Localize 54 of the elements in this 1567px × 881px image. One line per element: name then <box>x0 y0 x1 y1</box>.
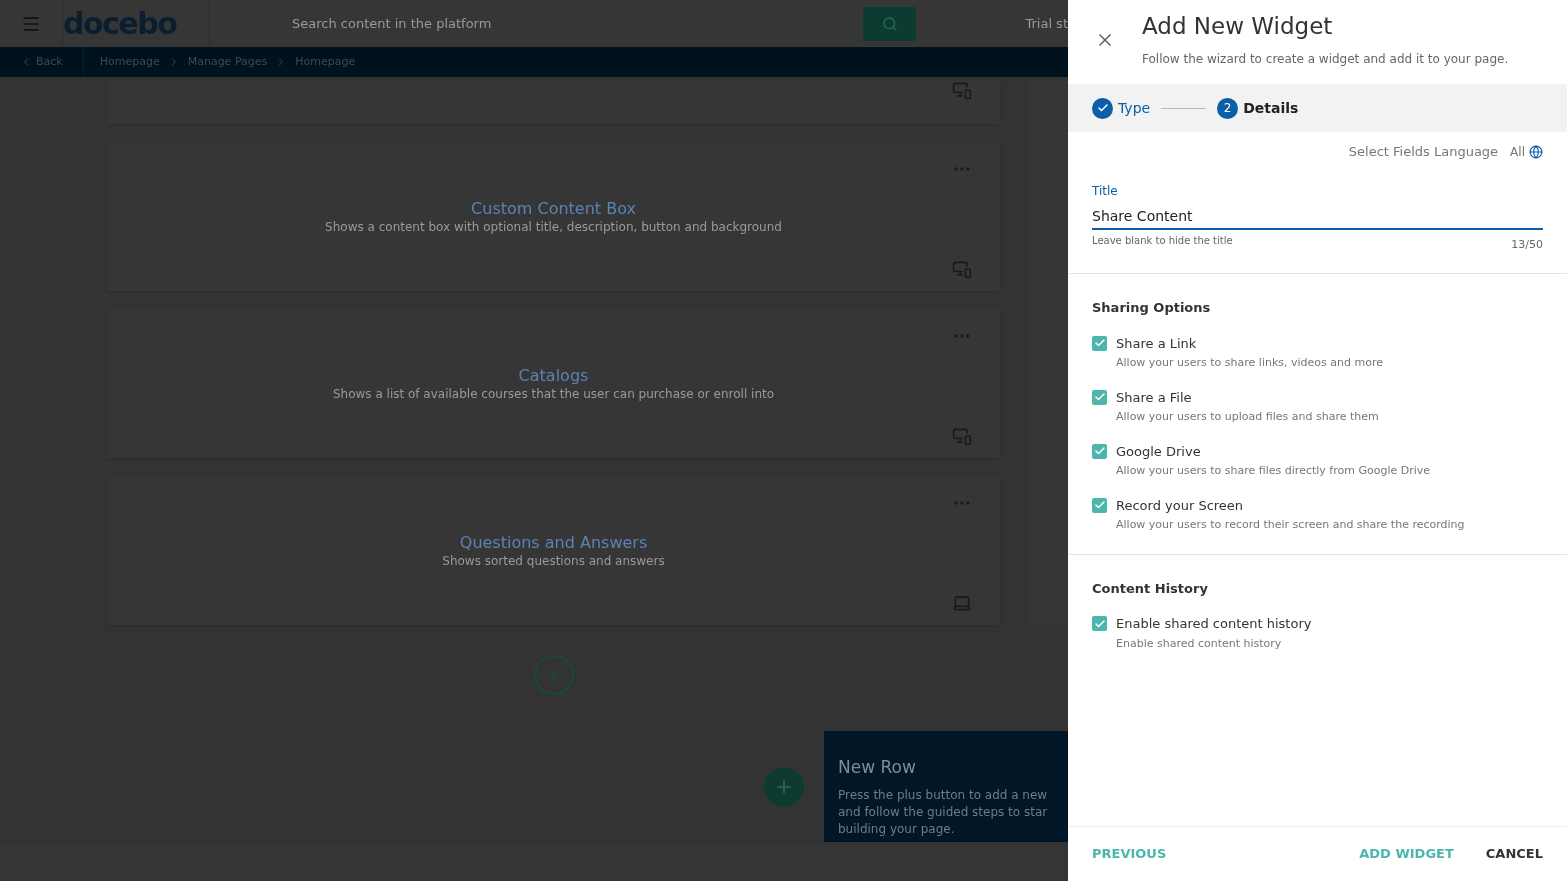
section-heading: Sharing Options <box>1092 299 1212 317</box>
field-hint: Leave blank to hide the title <box>1092 233 1233 248</box>
trial-text: Trial st <box>1025 14 1068 33</box>
breadcrumb-link[interactable]: Homepage <box>295 53 356 71</box>
widget-title: Questions and Answers <box>459 533 648 553</box>
tooltip-text: Press the plus button to add a new and follow the guided steps to star building your page. <box>838 787 1049 838</box>
option-label: Share a File <box>1116 388 1193 407</box>
back-link[interactable]: Back <box>0 47 84 77</box>
cancel-button[interactable]: CANCEL <box>1485 844 1543 864</box>
devices-icon <box>952 259 972 279</box>
widget-description: Shows a content box with optional title, description, button and background <box>325 219 782 235</box>
option-description: Allow your users to share links, videos and more <box>1116 355 1383 371</box>
option-label: Google Drive <box>1116 442 1202 461</box>
language-selector[interactable]: All <box>1510 142 1543 161</box>
breadcrumb-link[interactable]: Homepage <box>99 53 160 71</box>
title-field[interactable]: Share Content <box>1092 203 1543 230</box>
add-widget-button[interactable]: ADD WIDGET <box>1359 844 1454 864</box>
widget-title: Custom Content Box <box>471 199 636 219</box>
tooltip-title: New Row <box>838 756 917 779</box>
panel-subtitle: Follow the wizard to create a widget and add it to your page. <box>1142 51 1509 68</box>
devices-icon <box>952 80 972 100</box>
panel-title: Add New Widget <box>1142 12 1334 41</box>
option-description: Allow your users to share files directly from Google Drive <box>1116 463 1431 479</box>
option-description: Allow your users to upload files and share them <box>1116 409 1379 425</box>
checkbox[interactable] <box>1092 443 1107 459</box>
field-label: Title <box>1092 182 1119 200</box>
checkbox[interactable] <box>1092 616 1107 631</box>
checkbox[interactable] <box>1092 335 1107 351</box>
previous-button[interactable]: PREVIOUS <box>1092 844 1167 864</box>
widget-title: Catalogs <box>518 366 589 386</box>
section-heading: Content History <box>1092 579 1209 598</box>
option-label: Share a Link <box>1116 334 1198 353</box>
new-row-button[interactable] <box>764 766 804 807</box>
add-row-button[interactable] <box>533 655 574 695</box>
option-description: Enable shared content history <box>1116 635 1283 652</box>
devices-icon <box>952 426 972 446</box>
search-icon <box>881 15 898 32</box>
option-description: Allow your users to record their screen and share the recording <box>1116 517 1465 533</box>
step-check-icon <box>1092 97 1113 119</box>
globe-icon <box>1529 144 1543 159</box>
char-counter: 13/50 <box>1511 236 1543 253</box>
step[interactable]: Type <box>1092 97 1151 119</box>
laptop-icon <box>952 593 972 613</box>
option-label: Record your Screen <box>1116 496 1245 515</box>
language-label: Select Fields Language <box>1348 143 1499 161</box>
option-label: Enable shared content history <box>1116 615 1312 633</box>
breadcrumb-link[interactable]: Manage Pages <box>187 53 268 71</box>
checkbox[interactable] <box>1092 389 1107 405</box>
widget-description: Shows sorted questions and answers <box>442 553 665 569</box>
step[interactable]: 2 Details <box>1217 97 1299 119</box>
search-button[interactable] <box>863 6 916 41</box>
step-number: 2 <box>1217 97 1239 119</box>
widget-description: Shows a list of available courses that the user can purchase or enroll into <box>332 386 775 402</box>
checkbox[interactable] <box>1092 497 1107 513</box>
